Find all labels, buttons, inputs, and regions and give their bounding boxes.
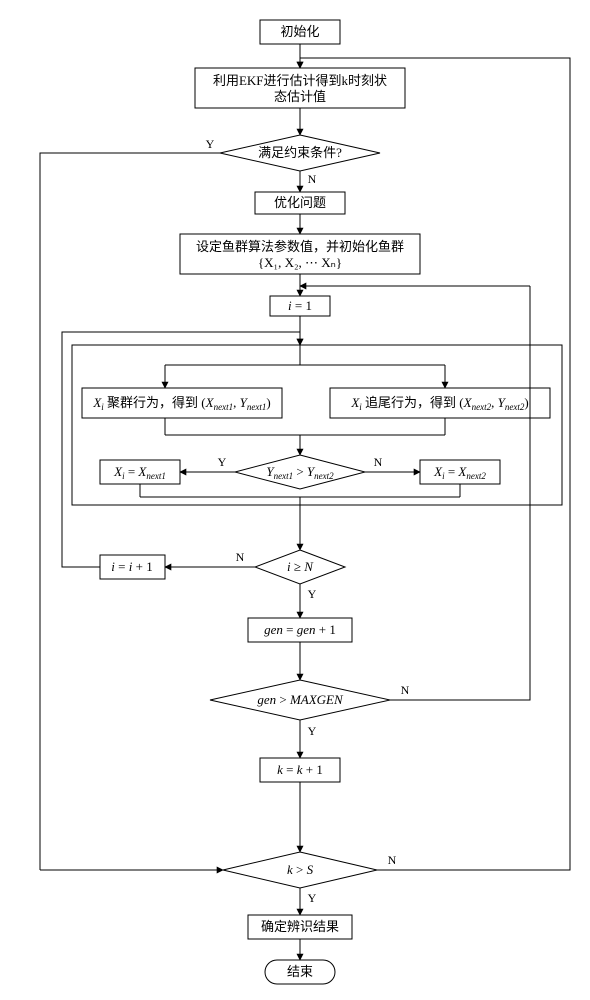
label-opt: 优化问题 — [274, 195, 326, 210]
svg-text:Y: Y — [308, 891, 317, 905]
svg-text:Y: Y — [218, 455, 227, 469]
label-ekf-1: 利用EKF进行估计得到k时刻状 — [213, 73, 387, 88]
label-result: 确定辨识结果 — [261, 919, 339, 934]
svg-text:k = k + 1: k = k + 1 — [277, 762, 323, 777]
flowchart: 初始化 利用EKF进行估计得到k时刻状 态估计值 满足约束条件? Y N 优化问… — [0, 0, 590, 1000]
svg-text:N: N — [374, 455, 383, 469]
label-y1: Y — [206, 137, 215, 151]
label-fish1: 设定鱼群算法参数值，并初始化鱼群 — [196, 239, 404, 254]
svg-text:N: N — [401, 683, 410, 697]
label-ekf-2: 态估计值 — [274, 89, 326, 104]
label-init: 初始化 — [280, 24, 319, 39]
svg-text:i = i + 1: i = i + 1 — [111, 559, 152, 574]
svg-text:N: N — [388, 853, 397, 867]
svg-text:Y: Y — [308, 724, 317, 738]
svg-text:k > S: k > S — [287, 862, 314, 877]
label-swarm: Xi 聚群行为，得到 (Xnext1, Ynext1) — [92, 395, 270, 412]
label-fish-set: {X₁, X₂, ⋯ Xₙ} — [258, 255, 342, 270]
label-constraint: 满足约束条件? — [258, 145, 342, 160]
label-n1: N — [308, 172, 317, 186]
label-i1: i = 1 — [288, 298, 312, 313]
svg-text:gen = gen + 1: gen = gen + 1 — [264, 622, 336, 637]
label-end: 结束 — [287, 964, 313, 979]
label-follow: Xi 追尾行为，得到 (Xnext2, Ynext2) — [350, 395, 528, 412]
svg-text:i ≥ N: i ≥ N — [287, 559, 314, 574]
svg-text:gen > MAXGEN: gen > MAXGEN — [257, 692, 344, 707]
svg-text:Y: Y — [308, 587, 317, 601]
svg-text:N: N — [236, 550, 245, 564]
